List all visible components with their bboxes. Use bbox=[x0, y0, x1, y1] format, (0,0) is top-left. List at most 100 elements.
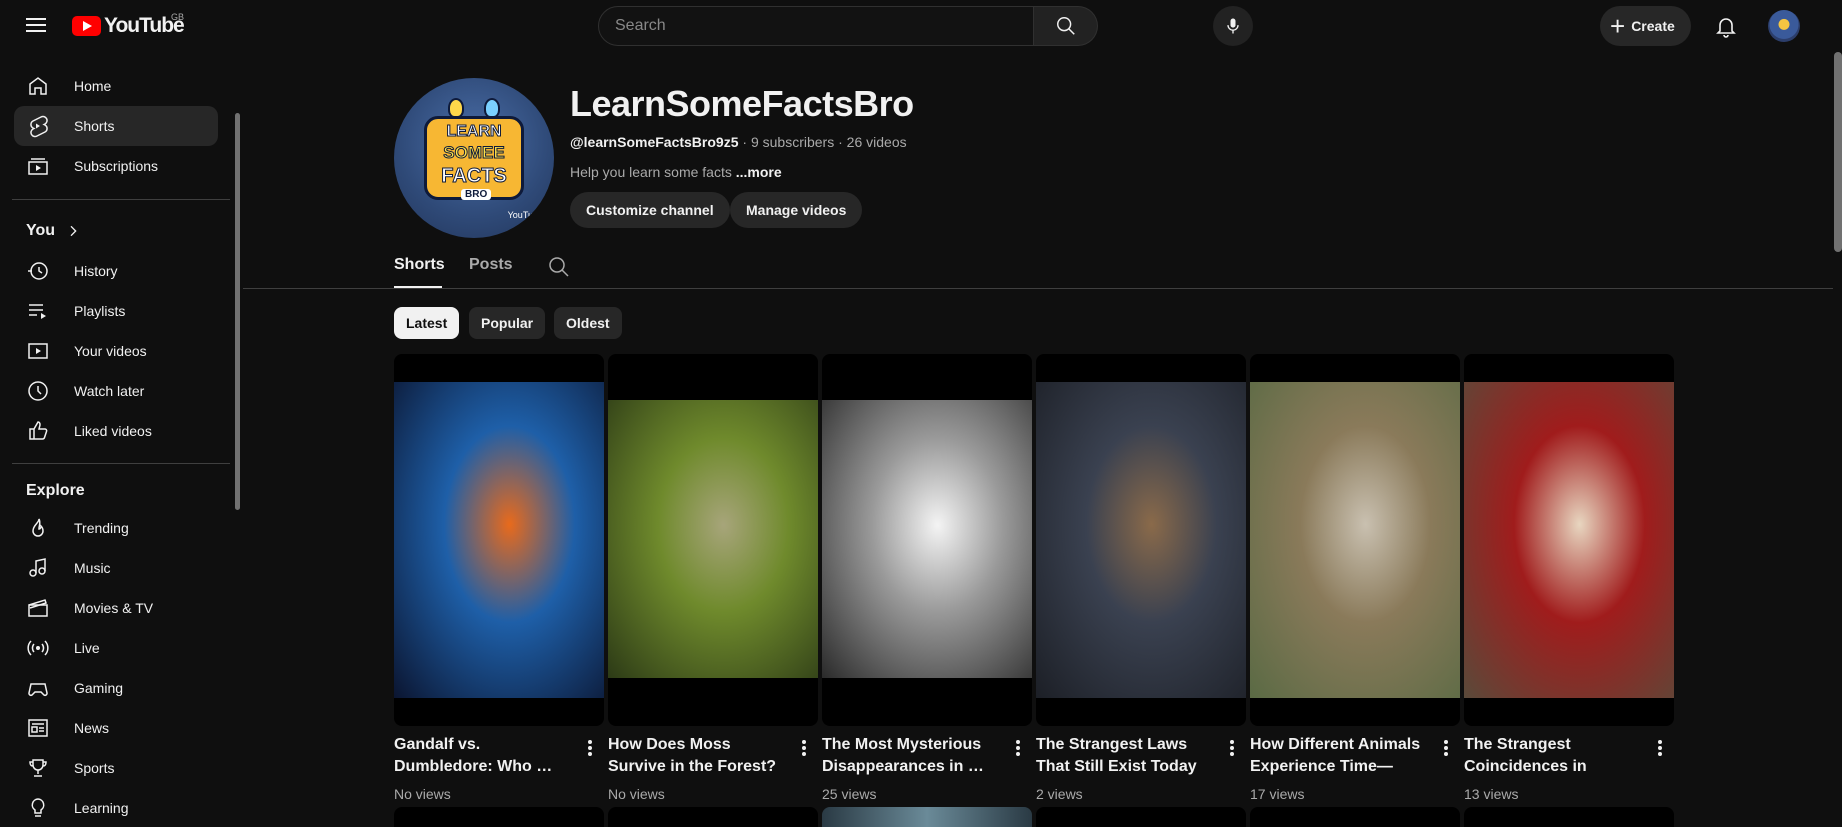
short-card[interactable]: The Most Mysterious Disappearances in … 2… bbox=[822, 354, 1032, 802]
sidebar-item-movies-tv[interactable]: Movies & TV bbox=[14, 588, 218, 628]
more-actions-icon[interactable] bbox=[582, 738, 598, 758]
create-button[interactable]: + Create bbox=[1600, 6, 1691, 46]
channel-search-icon[interactable] bbox=[547, 255, 571, 279]
channel-emblem: LEARN SOMEE FACTS BRO bbox=[424, 116, 524, 200]
search-icon bbox=[1056, 17, 1075, 35]
emblem-text: FACTS bbox=[441, 165, 508, 188]
sports-trophy-icon bbox=[29, 759, 47, 777]
plus-icon: + bbox=[1610, 11, 1626, 41]
sidebar-item-label: News bbox=[74, 720, 110, 736]
voice-search-button[interactable] bbox=[1213, 6, 1253, 46]
channel-avatar[interactable]: LEARN SOMEE FACTS BRO YouTub bbox=[394, 78, 554, 238]
short-card-next-row[interactable] bbox=[394, 807, 604, 827]
main-content: LEARN SOMEE FACTS BRO YouTub LearnSomeFa… bbox=[243, 52, 1833, 827]
search-input[interactable] bbox=[598, 6, 1034, 46]
short-thumbnail[interactable] bbox=[1036, 354, 1246, 726]
short-card-next-row[interactable] bbox=[1036, 807, 1246, 827]
sidebar-you-heading[interactable]: You bbox=[26, 222, 81, 240]
more-link[interactable]: ...more bbox=[736, 164, 782, 180]
sidebar-item-home[interactable]: Home bbox=[14, 66, 218, 106]
sidebar-item-label: Gaming bbox=[74, 680, 124, 696]
sidebar-divider bbox=[12, 199, 230, 200]
sidebar-item-subscriptions[interactable]: Subscriptions bbox=[14, 146, 218, 186]
menu-icon[interactable] bbox=[24, 14, 48, 38]
short-card-next-row[interactable] bbox=[1464, 807, 1674, 827]
emblem-badge: YouTub bbox=[507, 210, 538, 220]
youtube-play-icon bbox=[72, 16, 101, 36]
emblem-text: BRO bbox=[461, 189, 492, 200]
short-thumbnail[interactable] bbox=[822, 354, 1032, 726]
sidebar-item-trending[interactable]: Trending bbox=[14, 508, 218, 548]
chip-latest[interactable]: Latest bbox=[394, 307, 460, 339]
sidebar-item-label: Live bbox=[74, 640, 100, 656]
thumbnail-image bbox=[1036, 382, 1246, 698]
lightbulb-icon bbox=[448, 98, 464, 118]
short-title[interactable]: The Strangest Coincidences in Histor… bbox=[1464, 734, 1644, 778]
sidebar-scrollbar[interactable] bbox=[235, 113, 240, 510]
customize-channel-button[interactable]: Customize channel bbox=[570, 192, 730, 228]
more-actions-icon[interactable] bbox=[1224, 738, 1240, 758]
short-title[interactable]: How Different Animals Experience Time—Wh… bbox=[1250, 734, 1430, 778]
explore-heading-label: Explore bbox=[26, 482, 85, 499]
more-actions-icon[interactable] bbox=[1438, 738, 1454, 758]
sidebar-item-your-videos[interactable]: Your videos bbox=[14, 331, 218, 371]
short-card[interactable]: How Different Animals Experience Time—Wh… bbox=[1250, 354, 1460, 802]
thumbnail-image bbox=[394, 382, 604, 698]
sidebar-item-history[interactable]: History bbox=[14, 251, 218, 291]
short-card[interactable]: The Strangest Coincidences in Histor… 13 … bbox=[1464, 354, 1674, 802]
short-card[interactable]: The Strangest Laws That Still Exist Toda… bbox=[1036, 354, 1246, 802]
short-thumbnail[interactable] bbox=[394, 354, 604, 726]
description-text: Help you learn some facts bbox=[570, 164, 736, 180]
short-card[interactable]: How Does Moss Survive in the Forest? Nat… bbox=[608, 354, 818, 802]
account-avatar[interactable] bbox=[1768, 10, 1800, 42]
sidebar-item-live[interactable]: Live bbox=[14, 628, 218, 668]
meta-separator: · bbox=[738, 134, 751, 150]
search-button[interactable] bbox=[1034, 6, 1098, 46]
short-thumbnail[interactable] bbox=[1464, 354, 1674, 726]
sidebar-item-label: Music bbox=[74, 560, 111, 576]
short-card-next-row[interactable] bbox=[608, 807, 818, 827]
sidebar-item-shorts[interactable]: Shorts bbox=[14, 106, 218, 146]
sidebar-item-liked-videos[interactable]: Liked videos bbox=[14, 411, 218, 451]
more-actions-icon[interactable] bbox=[796, 738, 812, 758]
more-actions-icon[interactable] bbox=[1010, 738, 1026, 758]
liked-videos-icon bbox=[29, 421, 48, 440]
notifications-bell-icon[interactable] bbox=[1714, 12, 1738, 40]
chip-popular[interactable]: Popular bbox=[469, 307, 546, 339]
short-title[interactable]: The Strangest Laws That Still Exist Toda… bbox=[1036, 734, 1216, 778]
tab-shorts[interactable]: Shorts bbox=[394, 256, 445, 274]
sidebar-item-sports[interactable]: Sports bbox=[14, 748, 218, 788]
subscriptions-icon bbox=[28, 158, 48, 175]
sidebar-item-playlists[interactable]: Playlists bbox=[14, 291, 218, 331]
sidebar-item-watch-later[interactable]: Watch later bbox=[14, 371, 218, 411]
sidebar-item-news[interactable]: News bbox=[14, 708, 218, 748]
short-card[interactable]: Gandalf vs. Dumbledore: Who … No views bbox=[394, 354, 604, 802]
short-thumbnail[interactable] bbox=[1250, 354, 1460, 726]
sidebar-item-label: History bbox=[74, 263, 118, 279]
short-title[interactable]: How Does Moss Survive in the Forest? Nat… bbox=[608, 734, 788, 778]
sidebar-item-music[interactable]: Music bbox=[14, 548, 218, 588]
short-title[interactable]: The Most Mysterious Disappearances in … bbox=[822, 734, 1002, 778]
youtube-logo[interactable]: YouTube GB bbox=[72, 12, 185, 38]
manage-videos-button[interactable]: Manage videos bbox=[730, 192, 863, 228]
short-card-next-row[interactable] bbox=[1250, 807, 1460, 827]
page-scrollbar[interactable] bbox=[1834, 52, 1842, 252]
tab-posts[interactable]: Posts bbox=[469, 256, 513, 274]
home-icon bbox=[29, 77, 47, 95]
sidebar-item-learning[interactable]: Learning bbox=[14, 788, 218, 827]
movies-icon bbox=[28, 599, 48, 617]
sidebar-item-label: Shorts bbox=[74, 118, 115, 134]
watch-later-icon bbox=[28, 381, 48, 401]
subscriber-count: 9 subscribers bbox=[750, 134, 835, 150]
channel-meta: @learnSomeFactsBro9z5 · 9 subscribers · … bbox=[570, 134, 907, 150]
sidebar-item-gaming[interactable]: Gaming bbox=[14, 668, 218, 708]
chip-oldest[interactable]: Oldest bbox=[554, 307, 622, 339]
short-card-next-row[interactable] bbox=[822, 807, 1032, 827]
thumbnail-image bbox=[822, 400, 1032, 678]
short-views: 13 views bbox=[1464, 786, 1519, 802]
short-title[interactable]: Gandalf vs. Dumbledore: Who … bbox=[394, 734, 574, 778]
short-thumbnail[interactable] bbox=[608, 354, 818, 726]
chevron-right-icon bbox=[70, 225, 77, 237]
more-actions-icon[interactable] bbox=[1652, 738, 1668, 758]
sidebar-divider bbox=[12, 463, 230, 464]
